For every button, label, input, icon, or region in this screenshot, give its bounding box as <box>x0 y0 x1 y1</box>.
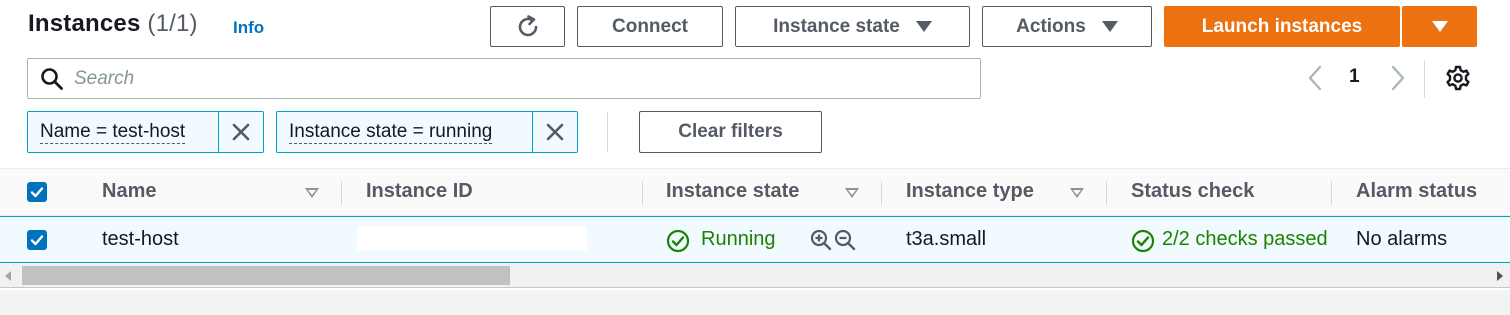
cell-alarm-status: No alarms <box>1356 228 1448 250</box>
filter-token-text: Instance state = running <box>289 120 493 144</box>
row-select-checkbox[interactable] <box>27 230 47 250</box>
column-divider[interactable] <box>881 181 882 205</box>
cell-name: test-host <box>102 228 179 250</box>
column-header-instance-state[interactable]: Instance state <box>666 180 799 203</box>
remove-filter-button[interactable] <box>532 112 577 152</box>
actions-dropdown[interactable]: Actions <box>982 6 1152 47</box>
success-check-icon <box>1131 229 1155 253</box>
instance-count: (1/1) <box>147 10 198 37</box>
cell-instance-state: Running <box>701 228 776 250</box>
pagination-divider <box>1424 60 1425 98</box>
filter-divider <box>607 112 608 152</box>
checkmark-icon <box>30 187 44 198</box>
column-header-alarm-status[interactable]: Alarm status <box>1356 180 1477 203</box>
cell-instance-id[interactable] <box>357 226 587 250</box>
select-all-checkbox[interactable] <box>27 182 47 202</box>
page-title-text: Instances <box>28 10 141 37</box>
table-row[interactable]: test-host Running t3a.small 2/2 checks p… <box>0 216 1510 263</box>
instance-state-dropdown[interactable]: Instance state <box>735 6 970 47</box>
column-header-instance-type[interactable]: Instance type <box>906 180 1034 203</box>
previous-page-icon[interactable] <box>1306 64 1324 92</box>
current-page-number[interactable]: 1 <box>1349 66 1360 88</box>
launch-instances-button[interactable]: Launch instances <box>1164 6 1400 47</box>
caret-down-icon <box>1101 21 1118 32</box>
scrollbar-thumb[interactable] <box>22 266 510 285</box>
connect-button-label: Connect <box>612 15 688 37</box>
checkmark-icon <box>30 235 44 246</box>
refresh-icon <box>518 14 537 36</box>
remove-filter-button[interactable] <box>218 112 263 152</box>
success-check-icon <box>666 229 690 253</box>
zoom-in-icon[interactable] <box>810 229 832 251</box>
connect-button[interactable]: Connect <box>577 6 723 47</box>
filter-token-text: Name = test-host <box>40 120 186 144</box>
close-icon <box>546 123 564 141</box>
filter-token-name: Name = test-host <box>27 111 264 153</box>
cell-instance-type: t3a.small <box>906 228 987 250</box>
refresh-button[interactable] <box>490 6 565 47</box>
filter-token-instance-state: Instance state = running <box>276 111 578 153</box>
search-input[interactable] <box>74 59 964 98</box>
info-link[interactable]: Info <box>233 18 264 38</box>
zoom-out-icon[interactable] <box>834 229 856 251</box>
filter-token-label[interactable]: Name = test-host <box>28 112 218 152</box>
sort-icon[interactable] <box>305 188 319 198</box>
gear-icon[interactable] <box>1445 65 1471 91</box>
table-header: Name Instance ID Instance state Instance… <box>0 168 1510 216</box>
actions-dropdown-label: Actions <box>1016 15 1086 37</box>
next-page-icon[interactable] <box>1389 64 1407 92</box>
column-divider[interactable] <box>1106 181 1107 205</box>
launch-instances-label: Launch instances <box>1201 15 1363 37</box>
caret-down-icon <box>915 21 932 32</box>
caret-down-icon <box>1431 21 1448 32</box>
horizontal-scrollbar[interactable] <box>0 263 1510 288</box>
sort-icon[interactable] <box>1070 188 1084 198</box>
instance-state-dropdown-label: Instance state <box>773 15 900 37</box>
scroll-left-arrow-icon[interactable] <box>5 271 11 281</box>
filter-token-label[interactable]: Instance state = running <box>277 112 532 152</box>
search-bar <box>27 58 981 99</box>
column-header-instance-id[interactable]: Instance ID <box>366 180 473 203</box>
cell-status-check[interactable]: 2/2 checks passed <box>1162 228 1333 251</box>
instances-panel: Instances (1/1) Info Connect Instance st… <box>0 0 1510 290</box>
clear-filters-button[interactable]: Clear filters <box>639 111 822 153</box>
launch-options-dropdown[interactable] <box>1402 6 1477 47</box>
column-header-status-check[interactable]: Status check <box>1131 180 1254 203</box>
sort-icon[interactable] <box>845 188 859 198</box>
column-header-name[interactable]: Name <box>102 180 156 203</box>
page-title: Instances (1/1) <box>28 10 198 38</box>
column-divider[interactable] <box>1331 181 1332 205</box>
search-icon <box>41 68 63 90</box>
close-icon <box>232 123 250 141</box>
column-divider[interactable] <box>642 181 643 205</box>
column-divider[interactable] <box>341 181 342 205</box>
scroll-right-arrow-icon[interactable] <box>1497 271 1503 281</box>
